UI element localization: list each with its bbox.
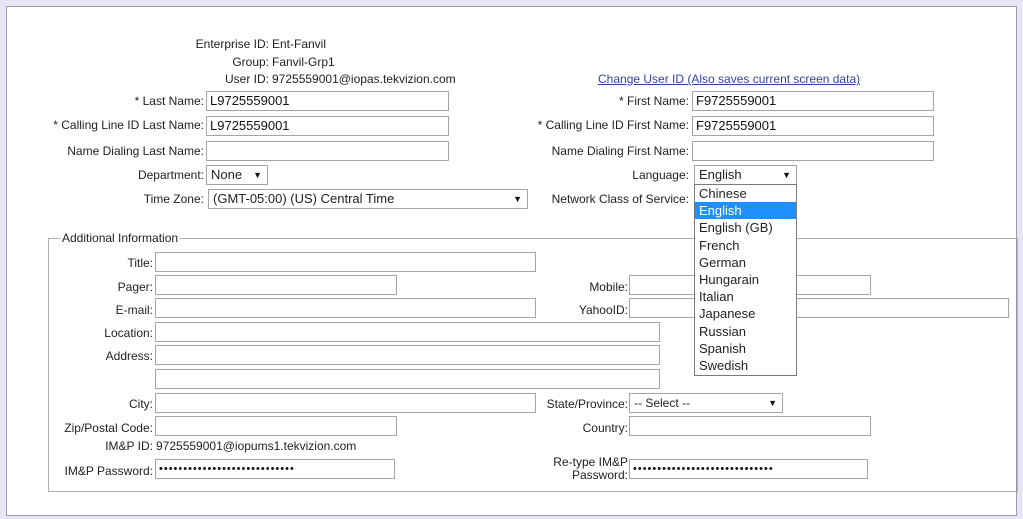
first-name-label: * First Name: <box>618 94 689 108</box>
department-value: None <box>211 167 243 182</box>
language-option[interactable]: Russian <box>695 323 796 340</box>
address-label: Address: <box>105 349 153 363</box>
yahoo-id-input[interactable] <box>629 298 1009 318</box>
language-dropdown-list[interactable]: Chinese English English (GB) French German Hu… <box>694 184 797 376</box>
timezone-value: (GMT-05:00) (US) Central Time <box>213 191 395 206</box>
user-id-label: User ID: <box>224 72 269 86</box>
title-label: Title: <box>127 256 153 270</box>
department-label: Department: <box>137 168 204 182</box>
imp-id-label: IM&P ID: <box>105 439 153 453</box>
language-option[interactable]: French <box>695 237 796 254</box>
imp-id-value: 9725559001@iopums1.tekvizion.com <box>156 439 357 453</box>
state-province-select[interactable]: -- Select -- ▼ <box>629 393 783 413</box>
location-label: Location: <box>104 326 153 340</box>
zip-input[interactable] <box>155 416 397 436</box>
enterprise-id-label: Enterprise ID: <box>195 37 269 51</box>
state-province-value: -- Select -- <box>634 396 691 410</box>
retype-password-label-1: Re-type IM&P <box>553 455 628 469</box>
imp-password-input[interactable]: •••••••••••••••••••••••••••• <box>155 459 395 479</box>
chevron-down-icon: ▼ <box>513 194 522 204</box>
pager-input[interactable] <box>155 275 397 295</box>
language-option[interactable]: Japanese <box>695 305 796 322</box>
user-id-value: 9725559001@iopas.tekvizion.com <box>272 72 456 86</box>
language-select[interactable]: English ▼ <box>694 165 797 185</box>
chevron-down-icon: ▼ <box>253 170 262 180</box>
enterprise-id-value: Ent-Fanvil <box>272 37 327 51</box>
ncos-label: Network Class of Service: <box>551 192 689 206</box>
chevron-down-icon: ▼ <box>782 170 791 180</box>
language-option[interactable]: English (GB) <box>695 219 796 236</box>
address-line2-input[interactable] <box>155 369 660 389</box>
address-line1-input[interactable] <box>155 345 660 365</box>
language-option[interactable]: English <box>695 202 796 220</box>
yahoo-id-label: YahooID: <box>578 303 628 317</box>
dial-first-name-input[interactable] <box>692 141 934 161</box>
additional-info-legend: Additional Information <box>60 231 181 245</box>
mobile-label: Mobile: <box>589 280 628 294</box>
language-option[interactable]: Swedish <box>695 357 796 374</box>
city-input[interactable] <box>155 393 536 413</box>
language-label: Language: <box>632 168 689 182</box>
email-input[interactable] <box>155 298 536 318</box>
country-input[interactable] <box>629 416 871 436</box>
city-label: City: <box>129 397 153 411</box>
country-label: Country: <box>582 421 628 435</box>
title-input[interactable] <box>155 252 536 272</box>
cli-last-name-input[interactable]: L9725559001 <box>206 116 449 136</box>
language-option[interactable]: German <box>695 254 796 271</box>
zip-label: Zip/Postal Code: <box>64 421 153 435</box>
timezone-label: Time Zone: <box>143 192 204 206</box>
location-input[interactable] <box>155 322 660 342</box>
retype-password-label-2: Password: <box>571 468 628 482</box>
pager-label: Pager: <box>117 280 153 294</box>
chevron-down-icon: ▼ <box>768 398 777 408</box>
dial-last-name-input[interactable] <box>206 141 449 161</box>
language-option[interactable]: Chinese <box>695 185 796 202</box>
language-option[interactable]: Italian <box>695 288 796 305</box>
state-province-label: State/Province: <box>546 397 628 411</box>
change-user-id-link[interactable]: Change User ID (Also saves current scree… <box>598 72 860 86</box>
language-option[interactable]: Hungarain <box>695 271 796 288</box>
dial-last-name-label: Name Dialing Last Name: <box>67 144 204 158</box>
dial-first-name-label: Name Dialing First Name: <box>551 144 689 158</box>
timezone-select[interactable]: (GMT-05:00) (US) Central Time ▼ <box>208 189 528 209</box>
cli-last-name-label: * Calling Line ID Last Name: <box>53 118 204 132</box>
language-value: English <box>699 167 742 182</box>
last-name-input[interactable]: L9725559001 <box>206 91 449 111</box>
group-label: Group: <box>232 55 269 69</box>
email-label: E-mail: <box>115 303 153 317</box>
group-value: Fanvil-Grp1 <box>272 55 335 69</box>
cli-first-name-label: * Calling Line ID First Name: <box>537 118 689 132</box>
first-name-input[interactable]: F9725559001 <box>692 91 934 111</box>
department-select[interactable]: None ▼ <box>206 165 268 185</box>
language-option[interactable]: Spanish <box>695 340 796 357</box>
cli-first-name-input[interactable]: F9725559001 <box>692 116 934 136</box>
imp-password-label: IM&P Password: <box>64 464 153 478</box>
last-name-label: * Last Name: <box>134 94 204 108</box>
retype-password-input[interactable]: ••••••••••••••••••••••••••••• <box>629 459 868 479</box>
